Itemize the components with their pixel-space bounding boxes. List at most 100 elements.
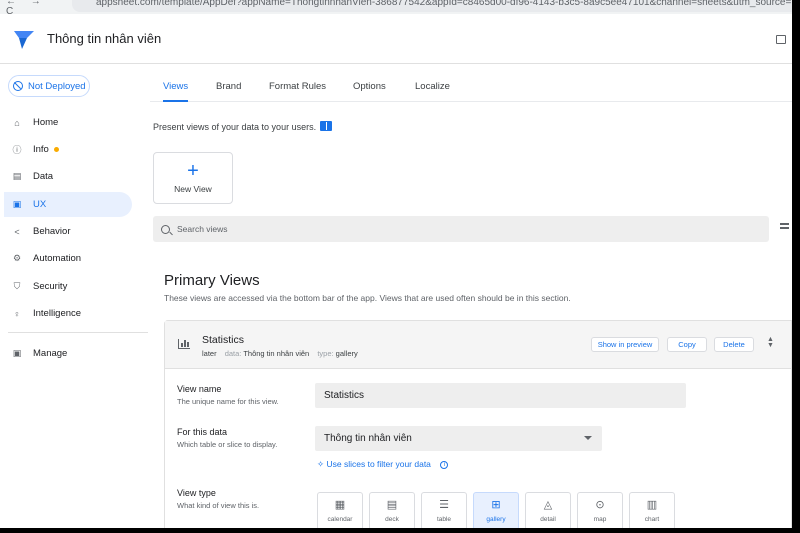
- data-value: Thông tin nhân viên: [243, 349, 310, 358]
- view-name-help: The unique name for this view.: [177, 397, 279, 406]
- view-card-header[interactable]: Statistics later data: Thông tin nhân vi…: [165, 321, 791, 369]
- for-this-data-label: For this data: [177, 427, 228, 437]
- book-icon[interactable]: [320, 121, 332, 131]
- app-window: ← → C appsheet.com/template/AppDef?appNa…: [0, 0, 792, 528]
- status-dot: [53, 147, 59, 152]
- view-type-deck[interactable]: ▤ deck: [369, 492, 415, 528]
- sidebar-item-behavior[interactable]: < Behavior: [4, 219, 132, 244]
- sidebar-item-label: Data: [33, 171, 54, 182]
- sidebar-item-label: UX: [33, 199, 47, 210]
- sidebar-item-ux[interactable]: ▣ UX: [4, 192, 132, 217]
- calendar-icon: ▦: [334, 499, 346, 511]
- view-summary: later data: Thông tin nhân viên type: ga…: [202, 349, 358, 358]
- tab-brand[interactable]: Brand: [216, 81, 241, 92]
- calendar-icon[interactable]: [776, 35, 786, 44]
- type-key: type:: [317, 349, 334, 358]
- sidebar-item-label: Intelligence: [33, 308, 82, 319]
- tab-format-rules[interactable]: Format Rules: [269, 81, 326, 92]
- view-position: later: [202, 349, 217, 358]
- tab-views[interactable]: Views: [163, 81, 189, 102]
- sidebar-divider: [8, 332, 148, 333]
- views-intro-text: Present views of your data to your users…: [153, 122, 317, 132]
- detail-icon: ◬: [543, 499, 553, 511]
- app-header: Thông tin nhân viên: [0, 14, 792, 64]
- automation-icon: ⚙: [12, 253, 22, 263]
- sidebar-item-automation[interactable]: ⚙ Automation: [4, 246, 132, 271]
- sidebar-item-intelligence[interactable]: ♀ Intelligence: [4, 301, 132, 326]
- reorder-icon[interactable]: ▲ ▼: [767, 336, 774, 349]
- search-views-input[interactable]: Search views: [153, 216, 769, 242]
- sparkle-icon: ✧: [317, 459, 325, 469]
- map-pin-icon: ⊙: [595, 499, 605, 511]
- delete-button[interactable]: Delete: [714, 337, 754, 352]
- deploy-status-button[interactable]: Not Deployed: [8, 75, 90, 97]
- sidebar-item-info[interactable]: ⓘ Info: [4, 137, 132, 162]
- view-type-label: detail: [540, 516, 556, 523]
- data-key: data:: [224, 349, 242, 358]
- data-icon: ▤: [12, 171, 22, 181]
- for-this-data-value: Thông tin nhân viên: [324, 433, 412, 444]
- view-title: Statistics: [202, 334, 245, 346]
- for-this-data-select[interactable]: Thông tin nhân viên: [315, 426, 602, 451]
- copy-button[interactable]: Copy: [667, 337, 707, 352]
- view-name-input[interactable]: Statistics: [315, 383, 686, 408]
- sidebar-item-label: Automation: [33, 253, 82, 264]
- address-bar[interactable]: appsheet.com/template/AppDef?appName=Tho…: [72, 0, 792, 12]
- shield-icon: ⛉: [13, 281, 21, 291]
- view-type-table[interactable]: ☰ table: [421, 492, 467, 528]
- bar-chart-icon: [178, 339, 190, 349]
- type-value: gallery: [335, 349, 358, 358]
- view-type-label: calendar: [327, 516, 353, 523]
- app-title: Thông tin nhân viên: [47, 31, 162, 46]
- plus-icon: +: [187, 160, 199, 182]
- view-type-detail[interactable]: ◬ detail: [525, 492, 571, 528]
- appsheet-logo-icon: [14, 31, 34, 49]
- new-view-button[interactable]: + New View: [153, 152, 233, 204]
- view-type-label: table: [436, 516, 452, 523]
- ux-icon: ▣: [12, 199, 22, 209]
- chart-icon: ▥: [646, 499, 658, 511]
- sidebar-item-label: Home: [33, 117, 59, 128]
- list-view-icon[interactable]: [780, 223, 789, 233]
- table-icon: ☰: [439, 499, 449, 511]
- search-placeholder: Search views: [177, 224, 228, 234]
- manage-icon: ▣: [12, 348, 22, 358]
- bulb-icon: ♀: [13, 308, 21, 319]
- view-type-calendar[interactable]: ▦ calendar: [317, 492, 363, 528]
- use-slices-link[interactable]: ✧ Use slices to filter your data i: [317, 459, 449, 470]
- view-type-label: gallery: [486, 516, 506, 523]
- section-title: Primary Views: [164, 272, 260, 289]
- sidebar-item-home[interactable]: ⌂ Home: [4, 110, 132, 135]
- info-icon[interactable]: i: [440, 460, 449, 469]
- section-description: These views are accessed via the bottom …: [164, 293, 571, 303]
- new-view-label: New View: [174, 184, 212, 194]
- sidebar-item-manage[interactable]: ▣ Manage: [4, 341, 132, 366]
- info-icon: ⓘ: [12, 145, 22, 155]
- view-type-label: chart: [644, 516, 660, 523]
- sidebar: Not Deployed ⌂ Home ⓘ Info ▤ Data ▣ UX <…: [0, 65, 150, 528]
- view-type-map[interactable]: ⊙ map: [577, 492, 623, 528]
- view-type-help: What kind of view this is.: [177, 501, 260, 510]
- ux-tabs: Views Brand Format Rules Options Localiz…: [150, 65, 792, 102]
- gallery-icon: ⊞: [491, 499, 501, 511]
- view-name-value: Statistics: [324, 390, 365, 401]
- tab-options[interactable]: Options: [353, 81, 386, 92]
- sidebar-item-security[interactable]: ⛉ Security: [4, 274, 132, 299]
- show-in-preview-button[interactable]: Show in preview: [591, 337, 659, 352]
- sidebar-item-label: Manage: [33, 348, 68, 359]
- use-slices-label: Use slices to filter your data: [326, 459, 431, 469]
- sidebar-item-label: Behavior: [33, 226, 71, 237]
- view-card: Statistics later data: Thông tin nhân vi…: [164, 320, 792, 528]
- view-type-label: map: [593, 516, 607, 523]
- view-type-chart[interactable]: ▥ chart: [629, 492, 675, 528]
- home-icon: ⌂: [14, 117, 20, 128]
- deploy-status-label: Not Deployed: [28, 80, 86, 92]
- behavior-icon: <: [14, 226, 20, 237]
- sidebar-item-data[interactable]: ▤ Data: [4, 164, 132, 189]
- view-type-gallery[interactable]: ⊞ gallery: [473, 492, 519, 528]
- view-name-label: View name: [177, 384, 222, 394]
- tab-localize[interactable]: Localize: [415, 81, 450, 92]
- search-icon: [161, 224, 170, 234]
- browser-bar: ← → C appsheet.com/template/AppDef?appNa…: [0, 0, 792, 17]
- chevron-down-icon: [584, 436, 592, 440]
